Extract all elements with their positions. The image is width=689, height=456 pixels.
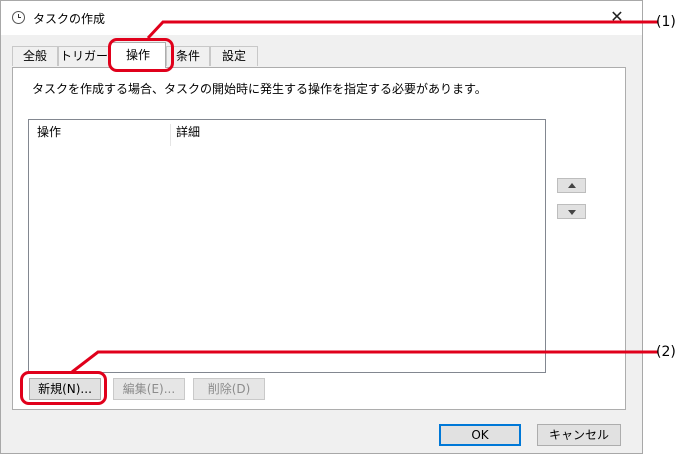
annotation-label-2: (2)	[656, 344, 676, 360]
callout-line-1	[146, 20, 658, 40]
annotation-highlight-2	[20, 371, 107, 405]
annotation-highlight-1	[108, 38, 174, 72]
annotation-label-1: (1)	[656, 14, 676, 30]
callout-line-2	[71, 350, 658, 374]
